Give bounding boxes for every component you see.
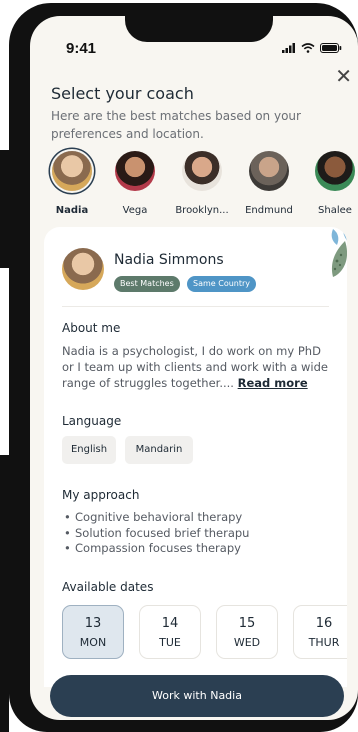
avatar (52, 151, 92, 191)
coach-item-nadia[interactable]: Nadia (37, 151, 107, 216)
phone-frame: 9:41 ✕ Select your coach Here are the be… (9, 3, 358, 732)
leaf-decoration (331, 227, 347, 277)
device-edge (0, 150, 9, 268)
language-chip: English (62, 436, 116, 464)
page-title: Select your coach (51, 84, 194, 103)
date-option[interactable]: 14 TUE (139, 605, 201, 659)
avatar (315, 151, 355, 191)
close-icon[interactable]: ✕ (335, 64, 352, 88)
profile-name: Nadia Simmons (114, 252, 224, 268)
notch (125, 16, 273, 42)
date-weekday: MON (79, 636, 107, 649)
date-day: 15 (238, 616, 256, 631)
list-item: Cognitive behavioral therapy (62, 510, 249, 526)
avatar (249, 151, 289, 191)
list-item: Compassion focuses therapy (62, 541, 249, 557)
battery-icon (320, 43, 342, 53)
about-text: Nadia is a psychologist, I do work on my… (62, 343, 332, 391)
status-time: 9:41 (66, 40, 97, 57)
best-matches-badge: Best Matches (114, 276, 180, 292)
divider (62, 306, 329, 307)
approach-heading: My approach (62, 488, 140, 502)
date-option[interactable]: 16 THUR (293, 605, 347, 659)
coach-name: Endmund (245, 205, 293, 216)
avatar (182, 151, 222, 191)
app-screen: 9:41 ✕ Select your coach Here are the be… (30, 16, 358, 720)
signal-icon (282, 43, 295, 53)
date-day: 16 (315, 616, 333, 631)
date-option[interactable]: 13 MON (62, 605, 124, 659)
page-subtitle: Here are the best matches based on your … (51, 109, 301, 141)
coach-carousel[interactable]: Nadia Vega Brooklyn... Endmund Shalee (30, 151, 358, 229)
coach-name: Brooklyn... (175, 205, 229, 216)
approach-list: Cognitive behavioral therapy Solution fo… (62, 510, 249, 557)
coach-name: Vega (122, 205, 148, 216)
list-item: Solution focused brief therapu (62, 526, 249, 542)
language-heading: Language (62, 414, 122, 428)
date-weekday: THUR (308, 636, 340, 649)
coach-item-endmund[interactable]: Endmund (234, 151, 304, 216)
profile-avatar (62, 248, 104, 290)
date-day: 13 (84, 616, 102, 631)
device-edge (0, 455, 9, 732)
coach-item-brooklyn[interactable]: Brooklyn... (167, 151, 237, 216)
work-with-coach-button[interactable]: Work with Nadia (50, 675, 344, 717)
about-heading: About me (62, 321, 121, 335)
dates-heading: Available dates (62, 580, 154, 594)
read-more-link[interactable]: Read more (238, 376, 308, 390)
date-weekday: TUE (159, 636, 181, 649)
date-day: 14 (161, 616, 179, 631)
same-country-badge: Same Country (187, 276, 257, 292)
avatar (115, 151, 155, 191)
coach-name: Nadia (55, 205, 89, 216)
date-option[interactable]: 15 WED (216, 605, 278, 659)
date-weekday: WED (233, 636, 261, 649)
status-icons (282, 43, 342, 53)
coach-item-vega[interactable]: Vega (100, 151, 170, 216)
wifi-icon (301, 43, 315, 53)
coach-item-shalee[interactable]: Shalee (300, 151, 358, 216)
language-chip: Mandarin (125, 436, 193, 464)
coach-profile-card: Nadia Simmons Best Matches Same Country … (44, 227, 347, 687)
coach-name: Shalee (318, 205, 352, 216)
